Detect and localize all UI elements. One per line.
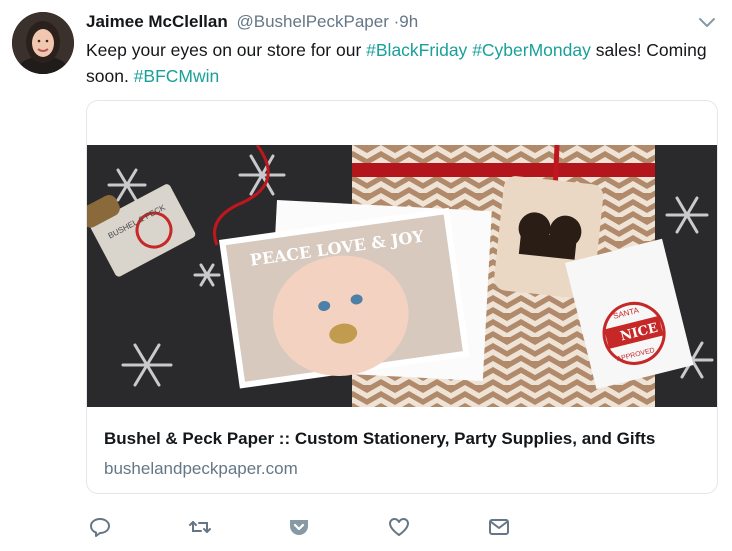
more-options-chevron-icon[interactable] <box>696 14 718 32</box>
tweet-text-segment: Keep your eyes on our store for our <box>86 40 367 60</box>
tweet-actions <box>0 515 732 545</box>
tweet-text: Keep your eyes on our store for our #Bla… <box>86 37 722 89</box>
author-name[interactable]: Jaimee McClellan <box>86 12 228 31</box>
author-handle[interactable]: @BushelPeckPaper <box>236 12 388 31</box>
hashtag-bfcmwin[interactable]: #BFCMwin <box>134 66 220 86</box>
retweet-icon[interactable] <box>188 515 212 539</box>
card-domain[interactable]: bushelandpeckpaper.com <box>104 459 298 479</box>
card-title[interactable]: Bushel & Peck Paper :: Custom Stationery… <box>104 429 655 449</box>
tweet-timestamp[interactable]: 9h <box>399 12 418 31</box>
hashtag-cyber-monday[interactable]: #CyberMonday <box>472 40 591 60</box>
message-icon[interactable] <box>487 515 511 539</box>
pocket-icon[interactable] <box>287 515 311 539</box>
reply-icon[interactable] <box>88 515 112 539</box>
link-preview-card[interactable]: BUSHEL & PECK PEACE LOVE & JOY NICE SANT… <box>86 100 718 494</box>
hashtag-black-friday[interactable]: #BlackFriday <box>366 40 467 60</box>
avatar-image <box>12 12 74 74</box>
card-image[interactable]: BUSHEL & PECK PEACE LOVE & JOY NICE SANT… <box>87 144 717 407</box>
tweet-header: Jaimee McClellan @BushelPeckPaper ·9h <box>86 11 418 33</box>
avatar[interactable] <box>12 12 74 74</box>
like-icon[interactable] <box>387 515 411 539</box>
